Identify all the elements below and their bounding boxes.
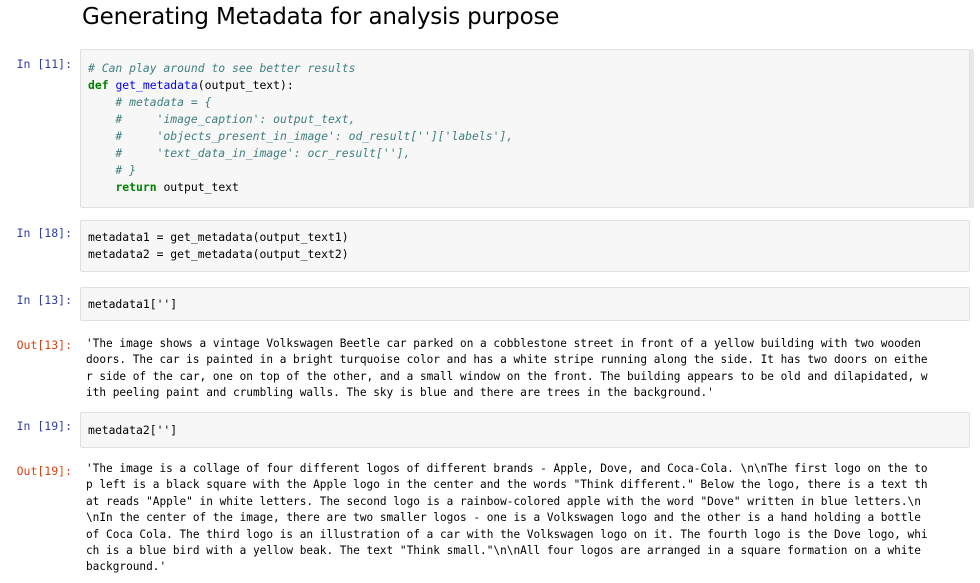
code-line: return output_text — [115, 180, 239, 194]
output-prompt: Out[19]: — [16, 464, 72, 478]
code-block[interactable]: # Can play around to see better results … — [88, 60, 513, 196]
output-line: background.' — [86, 560, 167, 574]
output-prompt: Out[13]: — [16, 338, 72, 352]
notebook-page: Generating Metadata for analysis purpose… — [0, 0, 980, 583]
code-line: # metadata = { — [88, 95, 212, 109]
cell-output: 'The image shows a vintage Volkswagen Be… — [86, 336, 970, 402]
output-line: doors. The car is painted in a bright tu… — [86, 353, 928, 367]
code-line: def get_metadata(output_text): — [88, 78, 294, 92]
output-line: \nIn the center of the image, there are … — [86, 511, 921, 525]
output-line: p left is a black square with the Apple … — [86, 478, 928, 492]
input-prompt: In [11]: — [16, 57, 72, 71]
section-heading: Generating Metadata for analysis purpose — [82, 4, 560, 30]
output-line: 'The image shows a vintage Volkswagen Be… — [86, 337, 921, 350]
cell-output: 'The image is a collage of four differen… — [86, 461, 970, 576]
code-line: # 'text_data_in_image': ocr_result[''], — [88, 146, 411, 160]
code-line: metadata2 = get_metadata(output_text2) — [88, 247, 349, 261]
code-line: # 'objects_present_in_image': od_result[… — [88, 129, 514, 143]
code-line: # } — [88, 163, 137, 177]
code-block[interactable]: metadata2[''] — [88, 422, 177, 439]
output-line: of Coca Cola. The third logo is an illus… — [86, 527, 928, 541]
output-line: r side of the car, one on top of the oth… — [86, 369, 928, 383]
output-line: 'The image is a collage of four differen… — [86, 462, 928, 475]
input-prompt: In [18]: — [16, 226, 72, 240]
code-cell-input[interactable] — [80, 412, 970, 448]
code-cell-input[interactable] — [80, 287, 970, 321]
output-line: ith peeling paint and crumbling walls. T… — [86, 386, 714, 400]
code-line: metadata1 = get_metadata(output_text1) — [88, 230, 349, 244]
input-prompt: In [19]: — [16, 419, 72, 433]
cell-scrollbar[interactable] — [970, 49, 974, 208]
code-block[interactable]: metadata1 = get_metadata(output_text1) m… — [88, 229, 349, 263]
output-line: at reads "Apple" in white letters. The s… — [86, 494, 921, 508]
output-line: ch is a blue bird with a yellow beak. Th… — [86, 544, 921, 558]
code-line: metadata1[''] — [88, 297, 178, 311]
code-block[interactable]: metadata1[''] — [88, 296, 177, 313]
input-prompt: In [13]: — [16, 293, 72, 307]
code-line: metadata2[''] — [88, 423, 178, 437]
code-line: # 'image_caption': output_text, — [88, 112, 356, 126]
code-line: # Can play around to see better results — [88, 61, 356, 75]
